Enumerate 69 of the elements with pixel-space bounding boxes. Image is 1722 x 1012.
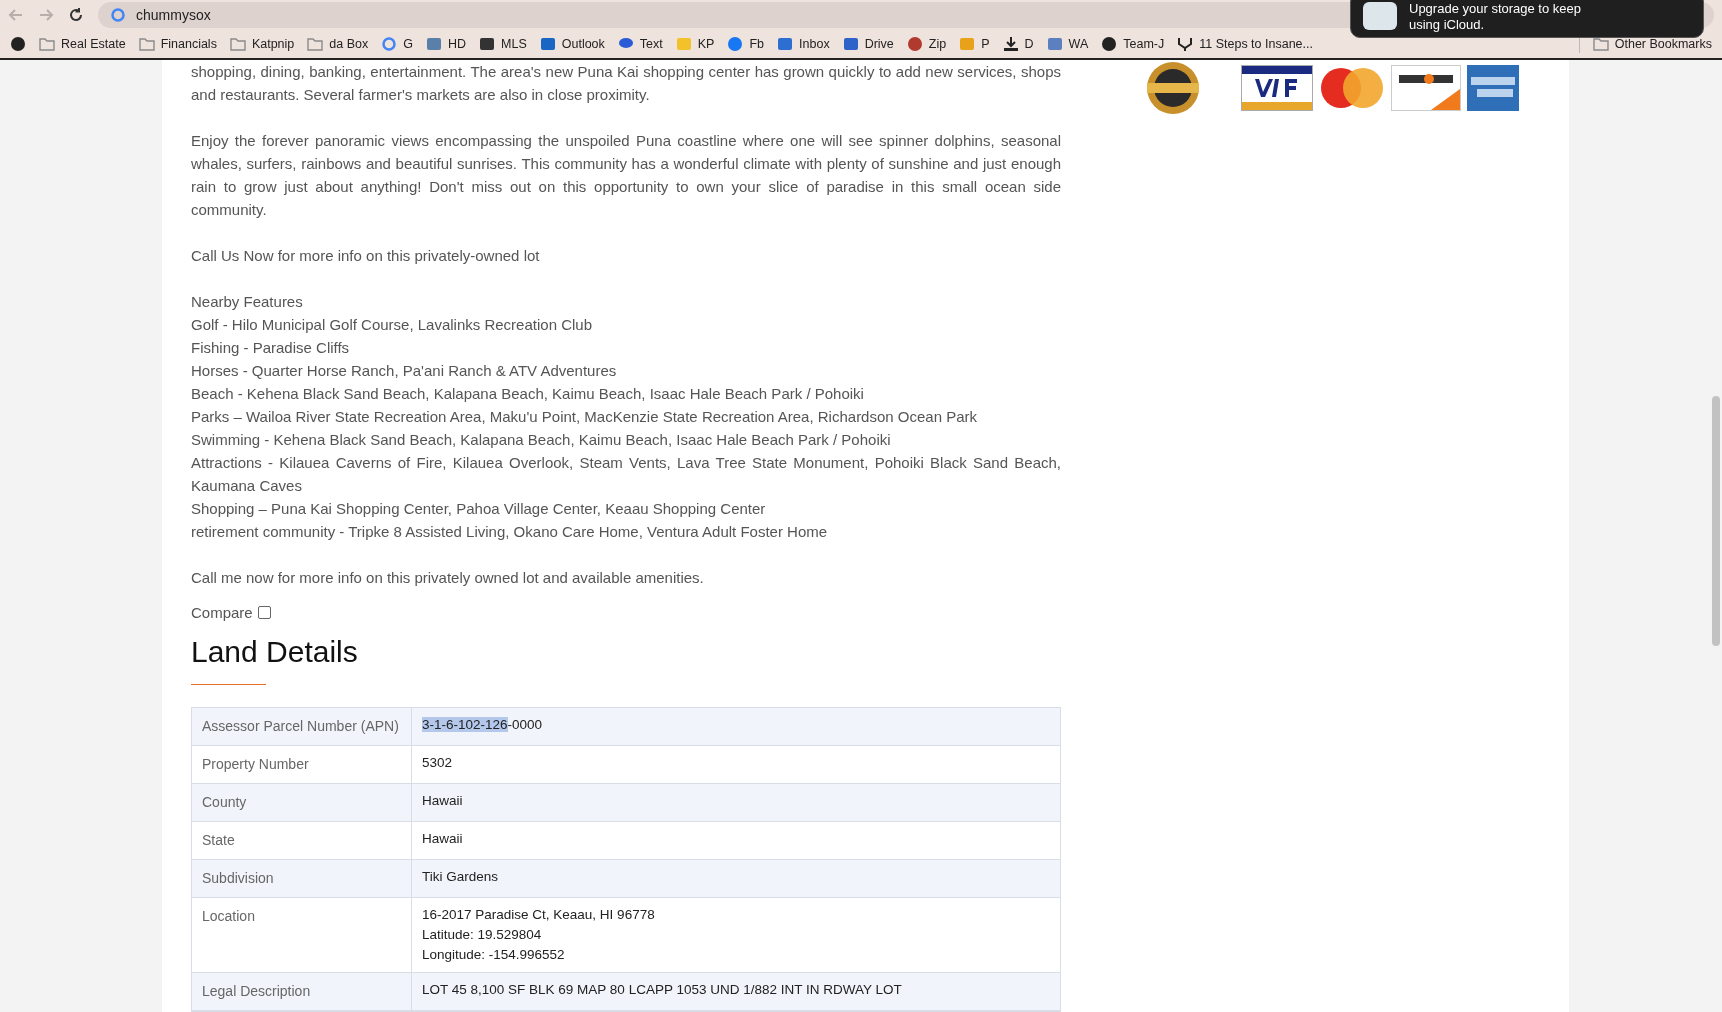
- bookmark-link[interactable]: G: [403, 36, 413, 51]
- bookmark-link[interactable]: HD: [447, 36, 467, 51]
- feature-line: Fishing - Paradise Cliffs: [191, 338, 351, 358]
- description-paragraph: shopping, dining, banking, entertainment. The area's new Puna Kai shopping center has grown quickly to add new services, shops and restaurants. Several farmer's markets are also in close proximity.: [191, 62, 1061, 105]
- table-cell: Property Number: [192, 746, 412, 783]
- forward-icon[interactable]: [38, 6, 54, 23]
- bookmark-link[interactable]: Drive: [864, 36, 894, 51]
- card-icon: [1241, 65, 1313, 111]
- scrollbar-thumb[interactable]: [1712, 396, 1720, 646]
- bookmark-link[interactable]: MLS: [501, 36, 527, 51]
- feature-line: Shopping – Puna Kai Shopping Center, Pahoa Village Center, Keaau Shopping Center: [191, 499, 767, 519]
- table-cell: County: [192, 784, 412, 821]
- features-heading: Nearby Features: [191, 292, 304, 312]
- compare-label: Compare: [191, 603, 253, 623]
- bookmark-link[interactable]: Katpnip: [251, 36, 295, 51]
- table-cell-text: Hawaii: [421, 792, 464, 810]
- table-cell: Location: [192, 898, 412, 972]
- bookmark-link[interactable]: da Box: [329, 36, 369, 51]
- folder-icon: [1592, 35, 1609, 52]
- reload-icon[interactable]: [68, 6, 84, 23]
- feature-line: Beach - Kehena Black Sand Beach, Kalapana Beach, Kaimu Beach, Isaac Hale Beach Park / Pohoiki: [191, 384, 865, 404]
- app-icon: [1363, 2, 1397, 30]
- card-icon: [1467, 65, 1519, 111]
- feature-line: Swimming - Kehena Black Sand Beach, Kalapana Beach, Kaimu Beach, Isaac Hale Beach Park / Pohoiki: [191, 430, 892, 450]
- bookmark-link[interactable]: Outlook: [561, 36, 605, 51]
- section-title: Land Details: [191, 634, 358, 670]
- feature-line: Attractions - Kilauea Caverns of Fire, Kilauea Overlook, Steam Vents, Lava Tree State Monument, Pohoiki Black Sand Beach, Kaumana Caves: [191, 453, 1061, 496]
- folder-icon: [39, 35, 55, 52]
- bookmark-link[interactable]: 11 Steps to Insane...: [1199, 36, 1313, 51]
- folder-icon: [138, 35, 155, 52]
- download-icon: [1002, 35, 1019, 52]
- feature-line: Horses - Quarter Horse Ranch, Pa'ani Ranch & ATV Adventures: [191, 361, 618, 381]
- feature-line: Golf - Hilo Municipal Golf Course, Lavalinks Recreation Club: [191, 315, 593, 335]
- bookmark-link[interactable]: Financials: [160, 36, 217, 51]
- card-icon: [1319, 65, 1385, 111]
- table-cell: Subdivision: [192, 860, 412, 897]
- description-paragraph: Call Us Now for more info on this privately-owned lot: [191, 246, 541, 266]
- bookmark-link[interactable]: Real Estate: [61, 36, 126, 51]
- back-icon[interactable]: [8, 6, 24, 23]
- bookmark-link[interactable]: WA: [1068, 36, 1089, 51]
- card-icon: [1391, 65, 1461, 111]
- feature-line: retirement community - Tripke 8 Assisted Living, Okano Care Home, Ventura Adult Foster Home: [191, 522, 829, 542]
- bookmark-link[interactable]: Fb: [749, 36, 765, 51]
- notification-banner[interactable]: Upgrade your storage to keep using iCloud.: [1350, 0, 1704, 38]
- bookmark-link[interactable]: D: [1024, 36, 1034, 51]
- table-cell-text: 3-1-6-102-126-0000: [421, 716, 544, 734]
- table-cell: State: [192, 822, 412, 859]
- bookmark-link[interactable]: Other Bookmarks: [1614, 36, 1712, 51]
- folder-icon: [229, 35, 246, 52]
- bookmark-link[interactable]: P: [981, 36, 990, 51]
- bookmark-link[interactable]: Inbox: [799, 36, 830, 51]
- bookmark-link[interactable]: Team-J: [1123, 36, 1165, 51]
- table-cell: Assessor Parcel Number (APN): [192, 708, 412, 745]
- compare-checkbox[interactable]: [257, 606, 271, 619]
- bookmark-link[interactable]: Zip: [928, 36, 947, 51]
- table-cell-text: Hawaii: [421, 830, 464, 848]
- square-logo-icon: [842, 35, 859, 52]
- bookmark-link[interactable]: Text: [639, 36, 663, 51]
- table-cell-text: LOT 45 8,100 SF BLK 69 MAP 80 LCAPP 1053 UND 1/882 INT IN RDWAY LOT: [421, 981, 903, 999]
- table-cell-text: 16-2017 Paradise Ct, Keaau, HI 96778 Latitude: 19.529804 Longitude: -154.996552: [421, 906, 656, 964]
- table-cell-text: Tiki Gardens: [421, 868, 500, 886]
- description-paragraph: Enjoy the forever panoramic views encompassing the unspoiled Puna coastline where one will see spinner dolphins, seasonal whales, surfers, rainbows and beautiful sunrises. This community has a wonderful climate with plenty of sunshine and just enough rain to grow just about anything! Don't miss out on this opportunity to own your slice of paradise in this small ocean side community.: [191, 131, 1061, 220]
- table-cell-text: 5302: [421, 754, 454, 772]
- bookmark-link[interactable]: KP: [697, 36, 715, 51]
- closing-text: Call me now for more info on this privately owned lot and available amenities.: [191, 568, 705, 588]
- table-cell: Legal Description: [192, 973, 412, 1010]
- fork-icon: [1177, 35, 1194, 52]
- feature-line: Parks – Wailoa River State Recreation Area, Maku'u Point, MacKenzie State Recreation Area, Richardson Ocean Park: [191, 407, 979, 427]
- folder-icon: [307, 35, 324, 52]
